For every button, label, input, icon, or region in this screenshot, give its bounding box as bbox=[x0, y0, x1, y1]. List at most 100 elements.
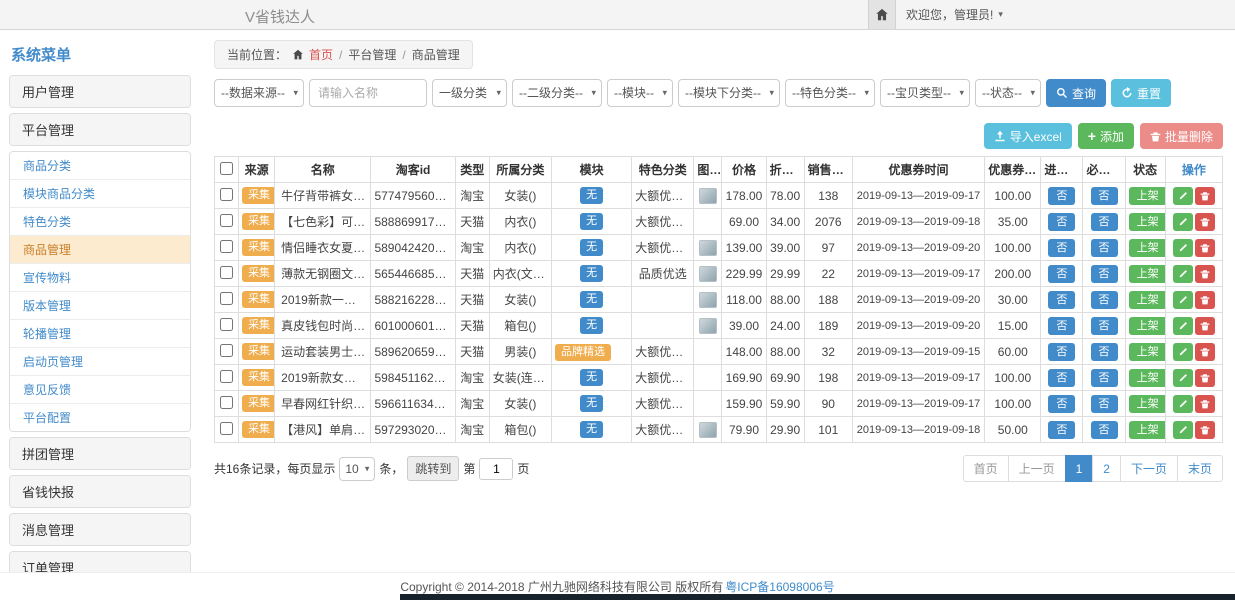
page-button[interactable]: 下一页 bbox=[1120, 455, 1178, 482]
row-checkbox[interactable] bbox=[220, 240, 233, 253]
must-buy-toggle[interactable]: 否 bbox=[1091, 187, 1118, 205]
sidebar-item-0[interactable]: 用户管理 bbox=[10, 76, 190, 107]
filter-select-control[interactable]: --模块下分类-- bbox=[678, 79, 780, 107]
status-button[interactable]: 上架 bbox=[1129, 343, 1166, 361]
row-checkbox[interactable] bbox=[220, 344, 233, 357]
page-button[interactable]: 末页 bbox=[1177, 455, 1223, 482]
select-all-checkbox[interactable] bbox=[220, 162, 233, 175]
import-select-toggle[interactable]: 否 bbox=[1048, 291, 1075, 309]
batch-delete-button[interactable]: 批量删除 bbox=[1140, 123, 1223, 149]
page-size-select[interactable]: 10 bbox=[339, 457, 375, 481]
edit-button[interactable] bbox=[1173, 369, 1193, 387]
sidebar-subitem[interactable]: 商品分类 bbox=[10, 152, 190, 179]
import-select-toggle[interactable]: 否 bbox=[1048, 395, 1075, 413]
status-button[interactable]: 上架 bbox=[1129, 265, 1166, 283]
must-buy-toggle[interactable]: 否 bbox=[1091, 291, 1118, 309]
page-button[interactable]: 2 bbox=[1092, 455, 1121, 482]
edit-button[interactable] bbox=[1173, 395, 1193, 413]
row-checkbox[interactable] bbox=[220, 266, 233, 279]
row-checkbox[interactable] bbox=[220, 188, 233, 201]
delete-button[interactable] bbox=[1195, 239, 1215, 257]
import-select-toggle[interactable]: 否 bbox=[1048, 265, 1075, 283]
row-checkbox[interactable] bbox=[220, 370, 233, 383]
name-search-input[interactable] bbox=[309, 79, 427, 107]
delete-button[interactable] bbox=[1195, 343, 1215, 361]
status-button[interactable]: 上架 bbox=[1129, 369, 1166, 387]
sidebar-item-4[interactable]: 消息管理 bbox=[10, 514, 190, 545]
sidebar-subitem[interactable]: 启动页管理 bbox=[10, 347, 190, 375]
filter-select-control[interactable]: --宝贝类型-- bbox=[880, 79, 970, 107]
import-excel-button[interactable]: 导入excel bbox=[984, 123, 1072, 149]
delete-button[interactable] bbox=[1195, 213, 1215, 231]
sidebar-subitem[interactable]: 版本管理 bbox=[10, 291, 190, 319]
edit-button[interactable] bbox=[1173, 187, 1193, 205]
import-select-toggle[interactable]: 否 bbox=[1048, 213, 1075, 231]
edit-button[interactable] bbox=[1173, 239, 1193, 257]
page-button[interactable]: 首页 bbox=[963, 455, 1009, 482]
row-checkbox[interactable] bbox=[220, 214, 233, 227]
sidebar-subitem[interactable]: 宣传物料 bbox=[10, 263, 190, 291]
status-button[interactable]: 上架 bbox=[1129, 187, 1166, 205]
filter-select-control[interactable]: --模块-- bbox=[607, 79, 673, 107]
edit-button[interactable] bbox=[1173, 291, 1193, 309]
page-button[interactable]: 1 bbox=[1065, 455, 1094, 482]
jump-button[interactable]: 跳转到 bbox=[407, 456, 459, 481]
status-button[interactable]: 上架 bbox=[1129, 213, 1166, 231]
sidebar-item-1[interactable]: 平台管理 bbox=[10, 114, 190, 145]
edit-button[interactable] bbox=[1173, 343, 1193, 361]
must-buy-toggle[interactable]: 否 bbox=[1091, 239, 1118, 257]
delete-button[interactable] bbox=[1195, 369, 1215, 387]
status-button[interactable]: 上架 bbox=[1129, 395, 1166, 413]
add-button[interactable]: + 添加 bbox=[1078, 123, 1134, 149]
edit-button[interactable] bbox=[1173, 421, 1193, 439]
sidebar-subitem[interactable]: 平台配置 bbox=[10, 403, 190, 431]
filter-select-control[interactable]: --特色分类-- bbox=[785, 79, 875, 107]
must-buy-toggle[interactable]: 否 bbox=[1091, 369, 1118, 387]
must-buy-toggle[interactable]: 否 bbox=[1091, 213, 1118, 231]
must-buy-toggle[interactable]: 否 bbox=[1091, 343, 1118, 361]
status-button[interactable]: 上架 bbox=[1129, 421, 1166, 439]
sidebar-subitem[interactable]: 轮播管理 bbox=[10, 319, 190, 347]
filter-select-control[interactable]: --二级分类-- bbox=[512, 79, 602, 107]
status-button[interactable]: 上架 bbox=[1129, 239, 1166, 257]
delete-button[interactable] bbox=[1195, 395, 1215, 413]
delete-button[interactable] bbox=[1195, 187, 1215, 205]
home-button[interactable] bbox=[868, 0, 896, 29]
breadcrumb-home-link[interactable]: 首页 bbox=[309, 46, 333, 63]
status-button[interactable]: 上架 bbox=[1129, 317, 1166, 335]
must-buy-toggle[interactable]: 否 bbox=[1091, 395, 1118, 413]
reset-button[interactable]: 重置 bbox=[1111, 79, 1171, 107]
jump-page-input[interactable] bbox=[479, 458, 513, 480]
sidebar-subitem[interactable]: 特色分类 bbox=[10, 207, 190, 235]
row-checkbox[interactable] bbox=[220, 318, 233, 331]
filter-select-control[interactable]: 一级分类 bbox=[432, 79, 507, 107]
row-checkbox[interactable] bbox=[220, 422, 233, 435]
sidebar-subitem[interactable]: 商品管理 bbox=[10, 235, 190, 263]
icp-link[interactable]: 粤ICP备16098006号 bbox=[725, 578, 834, 595]
must-buy-toggle[interactable]: 否 bbox=[1091, 265, 1118, 283]
filter-select-control[interactable]: --数据来源-- bbox=[214, 79, 304, 107]
search-button[interactable]: 查询 bbox=[1046, 79, 1106, 107]
sidebar-item-5[interactable]: 订单管理 bbox=[10, 552, 190, 572]
edit-button[interactable] bbox=[1173, 265, 1193, 283]
edit-button[interactable] bbox=[1173, 213, 1193, 231]
sidebar-subitem[interactable]: 模块商品分类 bbox=[10, 179, 190, 207]
import-select-toggle[interactable]: 否 bbox=[1048, 343, 1075, 361]
status-button[interactable]: 上架 bbox=[1129, 291, 1166, 309]
sidebar-subitem[interactable]: 意见反馈 bbox=[10, 375, 190, 403]
sidebar-item-2[interactable]: 拼团管理 bbox=[10, 438, 190, 469]
import-select-toggle[interactable]: 否 bbox=[1048, 369, 1075, 387]
import-select-toggle[interactable]: 否 bbox=[1048, 421, 1075, 439]
import-select-toggle[interactable]: 否 bbox=[1048, 239, 1075, 257]
must-buy-toggle[interactable]: 否 bbox=[1091, 317, 1118, 335]
delete-button[interactable] bbox=[1195, 317, 1215, 335]
user-menu[interactable]: 欢迎您，管理员! ▾ bbox=[906, 0, 1003, 29]
row-checkbox[interactable] bbox=[220, 292, 233, 305]
delete-button[interactable] bbox=[1195, 291, 1215, 309]
filter-select-control[interactable]: --状态-- bbox=[975, 79, 1041, 107]
must-buy-toggle[interactable]: 否 bbox=[1091, 421, 1118, 439]
delete-button[interactable] bbox=[1195, 265, 1215, 283]
sidebar-item-3[interactable]: 省钱快报 bbox=[10, 476, 190, 507]
page-button[interactable]: 上一页 bbox=[1008, 455, 1066, 482]
edit-button[interactable] bbox=[1173, 317, 1193, 335]
